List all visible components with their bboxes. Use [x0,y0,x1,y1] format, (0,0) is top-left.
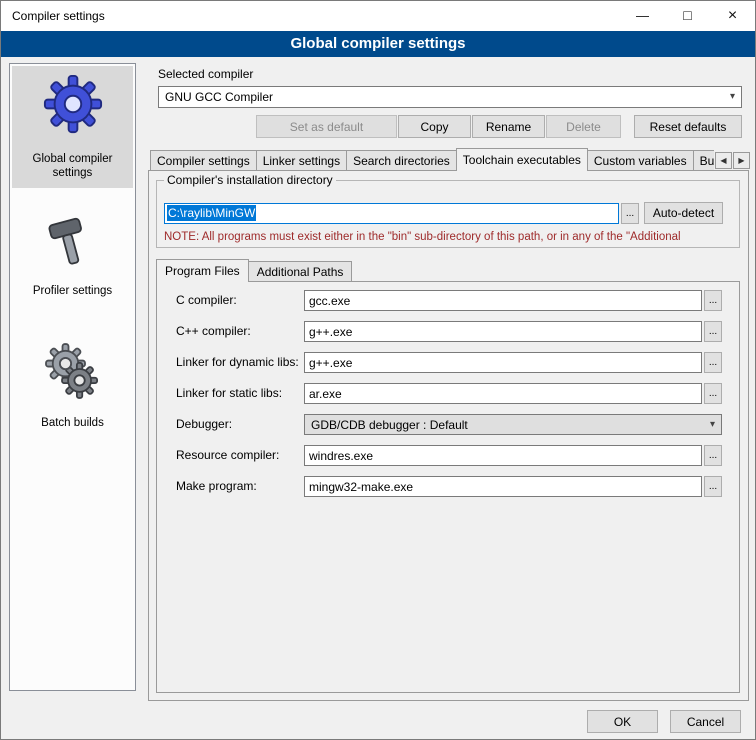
field-row-linker-dynamic: Linker for dynamic libs: ... [156,352,740,374]
directory-note: NOTE: All programs must exist either in … [164,231,736,243]
subtab-additional-paths[interactable]: Additional Paths [248,261,353,281]
directory-browse-button[interactable]: ... [621,203,639,224]
tab-scroll-left-icon[interactable]: ◀ [715,152,732,169]
titlebar[interactable]: Compiler settings — □ × [1,1,755,31]
ok-button[interactable]: OK [587,710,658,733]
chevron-down-icon: ▾ [730,87,735,107]
resource-compiler-input[interactable] [304,445,702,466]
close-button[interactable]: × [710,1,755,31]
compiler-settings-window: Compiler settings — □ × Global compiler … [0,0,756,740]
field-label: Make program: [176,479,257,493]
field-label: C++ compiler: [176,324,251,338]
tab-compiler-settings[interactable]: Compiler settings [150,150,257,170]
sidebar-item-batch-builds[interactable]: Batch builds [12,334,133,438]
tab-scroll-buttons: ◀ ▶ [714,152,750,169]
linker-static-input[interactable] [304,383,702,404]
tab-linker-settings[interactable]: Linker settings [256,150,347,170]
sidebar-item-label: Profiler settings [14,284,131,298]
browse-button[interactable]: ... [704,321,722,342]
dialog-banner: Global compiler settings [1,31,755,57]
tab-toolchain-executables[interactable]: Toolchain executables [456,148,588,171]
field-label: C compiler: [176,293,237,307]
sidebar: Global compiler settings Profiler settin… [9,63,136,691]
rename-button[interactable]: Rename [472,115,545,138]
window-title: Compiler settings [12,1,105,31]
settings-tabstrip: Compiler settings Linker settings Search… [150,147,714,172]
cpp-compiler-input[interactable] [304,321,702,342]
browse-button[interactable]: ... [704,445,722,466]
chevron-down-icon: ▾ [710,415,715,435]
tab-scroll-right-icon[interactable]: ▶ [733,152,750,169]
field-row-cpp-compiler: C++ compiler: ... [156,321,740,343]
tab-custom-variables[interactable]: Custom variables [587,150,694,170]
copy-button[interactable]: Copy [398,115,471,138]
gear-icon [14,72,131,136]
auto-detect-button[interactable]: Auto-detect [644,202,723,224]
tab-build-options[interactable]: Build [693,150,714,170]
browse-button[interactable]: ... [704,476,722,497]
selected-compiler-label: Selected compiler [158,67,253,81]
sidebar-item-global-compiler-settings[interactable]: Global compiler settings [12,66,133,188]
c-compiler-input[interactable] [304,290,702,311]
cancel-button[interactable]: Cancel [670,710,741,733]
field-row-c-compiler: C compiler: ... [156,290,740,312]
sidebar-item-profiler-settings[interactable]: Profiler settings [12,202,133,306]
subtab-program-files[interactable]: Program Files [156,259,249,282]
gears-icon [14,340,131,404]
field-row-debugger: Debugger: GDB/CDB debugger : Default ▾ [156,414,740,436]
make-program-input[interactable] [304,476,702,497]
field-row-resource-compiler: Resource compiler: ... [156,445,740,467]
linker-dynamic-input[interactable] [304,352,702,373]
tab-search-directories[interactable]: Search directories [346,150,457,170]
field-label: Resource compiler: [176,448,279,462]
sidebar-item-label: Global compiler settings [14,152,131,180]
debugger-select[interactable]: GDB/CDB debugger : Default ▾ [304,414,722,435]
browse-button[interactable]: ... [704,352,722,373]
field-label: Debugger: [176,417,232,431]
selected-text: C:\raylib\MinGW [167,205,256,221]
installation-directory-input[interactable]: C:\raylib\MinGW [164,203,619,224]
compiler-select-value: GNU GCC Compiler [165,87,273,107]
field-row-linker-static: Linker for static libs: ... [156,383,740,405]
compiler-select[interactable]: GNU GCC Compiler ▾ [158,86,742,108]
sidebar-item-label: Batch builds [14,416,131,430]
delete-button: Delete [546,115,621,138]
executables-subtabstrip: Program Files Additional Paths [156,257,476,282]
browse-button[interactable]: ... [704,383,722,404]
set-as-default-button: Set as default [256,115,397,138]
maximize-button[interactable]: □ [665,1,710,31]
reset-defaults-button[interactable]: Reset defaults [634,115,742,138]
minimize-button[interactable]: — [620,1,665,31]
browse-button[interactable]: ... [704,290,722,311]
hammer-icon [14,208,131,272]
window-controls: — □ × [620,1,755,31]
debugger-select-value: GDB/CDB debugger : Default [311,415,468,435]
field-row-make-program: Make program: ... [156,476,740,498]
field-label: Linker for static libs: [176,386,282,400]
field-label: Linker for dynamic libs: [176,355,299,369]
installation-directory-group-title: Compiler's installation directory [164,173,336,187]
